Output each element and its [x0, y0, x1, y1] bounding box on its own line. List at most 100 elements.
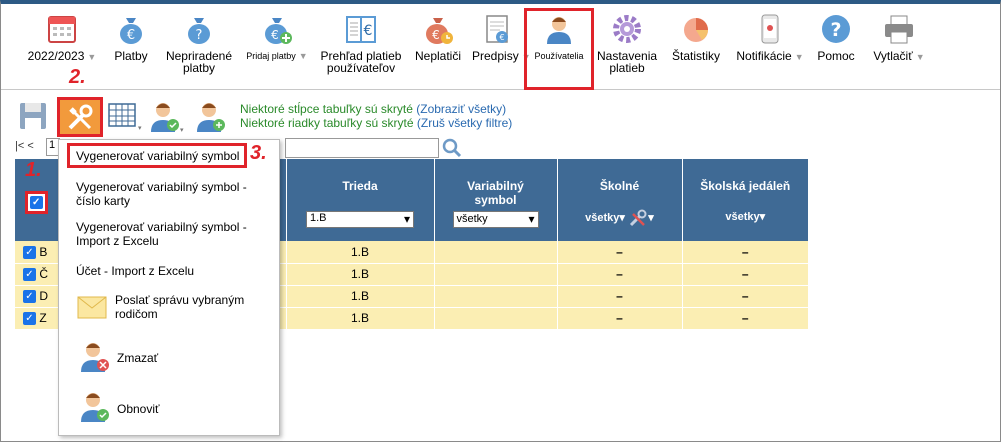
dropdown-arrow-icon: ▾ [648, 212, 654, 225]
search-icon[interactable] [442, 138, 462, 158]
printer-icon [885, 15, 913, 44]
columns-hidden-note: Niektoré stĺpce tabuľky sú skryté [240, 102, 413, 116]
menu-item-delete[interactable]: Zmazať [117, 351, 158, 365]
svg-text:€: € [271, 28, 279, 42]
columns-grid-icon[interactable]: ▾ [107, 100, 143, 132]
row-trieda: 1.B [286, 241, 435, 264]
table-notes: Niektoré stĺpce tabuľky sú skryté (Zobra… [240, 102, 512, 130]
variabilny-filter-select[interactable]: všetky [452, 211, 539, 228]
search-input[interactable] [285, 138, 439, 158]
pager: |< < [15, 140, 34, 152]
row-name: Č [39, 266, 49, 281]
menu-item-generate-vs-excel[interactable]: Vygenerovať variabilný symbol - Import z… [76, 220, 266, 248]
variabilny-header-label: Variabilný symbol [467, 179, 524, 207]
row-jedalen: – [682, 285, 808, 308]
toolbar-label: Platby [114, 49, 148, 63]
toolbar-label: Nastavenia platieb [597, 49, 658, 75]
row-checkbox[interactable]: ✓ [23, 312, 36, 326]
toolbar-label: Notifikácie [736, 49, 792, 63]
row-trieda: 1.B [286, 307, 435, 330]
toolbar-label: Pomoc [817, 49, 855, 63]
menu-item-generate-vs-card[interactable]: Vygenerovať variabilný symbol - číslo ka… [76, 180, 266, 208]
show-all-columns-link[interactable]: (Zobraziť všetky) [416, 102, 506, 116]
toolbar-school-year[interactable]: 2022/2023 ▼ [23, 12, 101, 63]
toolbar-nastavenia-platieb[interactable]: Nastavenia platieb [597, 12, 657, 74]
svg-text:▾: ▾ [180, 126, 184, 134]
trieda-filter-select[interactable]: 1.B [306, 211, 414, 228]
svg-text:€: € [127, 28, 135, 43]
row-jedalen: – [682, 307, 808, 330]
row-jedalen: – [682, 263, 808, 286]
toolbar-label: Prehľad platieb používateľov [320, 49, 402, 75]
toolbar-pomoc[interactable]: ? Pomoc [815, 12, 857, 62]
trieda-header-label: Trieda [342, 179, 378, 193]
menu-item-restore[interactable]: Obnoviť [117, 402, 160, 416]
money-bag-add-icon: € [265, 18, 292, 44]
row-select-cell: ✓ Č [15, 263, 59, 286]
menu-item-account-import-excel[interactable]: Účet - Import z Excelu [76, 264, 194, 278]
skolne-header-label: Školné [599, 179, 640, 193]
step-3-label: 3. [250, 142, 267, 164]
tools-button[interactable] [57, 97, 103, 137]
help-icon: ? [822, 15, 850, 43]
menu-item-generate-vs[interactable]: Vygenerovať variabilný symbol [76, 149, 239, 163]
first-page-button[interactable]: |< [15, 140, 24, 152]
row-checkbox[interactable]: ✓ [23, 245, 36, 259]
menu-item-send-message[interactable]: Poslať správu vybraným rodičom [115, 293, 265, 321]
select-all-highlight: ✓ [24, 191, 48, 214]
money-bag-euro-icon: € [120, 18, 142, 44]
step-1-label: 1. [25, 159, 42, 181]
save-icon[interactable] [17, 100, 49, 132]
row-checkbox[interactable]: ✓ [23, 268, 36, 282]
dropdown-arrow-icon: ▼ [87, 52, 97, 62]
row-variabilny [434, 307, 558, 330]
toolbar-label: Pridaj platby [246, 51, 296, 61]
user-restore-icon [81, 393, 109, 422]
prev-page-button[interactable]: < [27, 140, 33, 152]
gear-icon [613, 15, 641, 43]
jedalen-filter[interactable]: všetky [725, 211, 759, 223]
toolbar-neplatici[interactable]: € Neplatiči [413, 12, 463, 62]
wrench-screwdriver-icon[interactable] [628, 209, 648, 227]
row-select-cell: ✓ B [15, 241, 59, 264]
dropdown-arrow-icon: ▾ [759, 211, 766, 223]
svg-text:€: € [432, 28, 440, 42]
toolbar-prehlad-platieb[interactable]: € Prehľad platieb používateľov [317, 12, 405, 74]
row-checkbox[interactable]: ✓ [23, 290, 36, 304]
toolbar-vytlacit[interactable]: Vytlačiť ▼ [869, 12, 929, 63]
jedalen-header-label: Školská jedáleň [700, 179, 791, 193]
toolbar-notifikacie[interactable]: Notifikácie ▼ [733, 12, 807, 63]
row-name: B [39, 244, 48, 259]
row-select-cell: ✓ Z [15, 307, 59, 330]
row-variabilny [434, 241, 558, 264]
toolbar-predpisy[interactable]: € Predpisy ▼ [472, 12, 531, 63]
toolbar-label: Neplatiči [414, 49, 462, 63]
row-jedalen: – [682, 241, 808, 264]
ledger-book-icon: € [346, 16, 376, 43]
row-name: D [39, 288, 49, 303]
toolbar-nepriradene[interactable]: ? Nepriradené platby [161, 12, 237, 74]
skolne-column-header: Školné všetky▾ ▾ [557, 159, 683, 241]
trieda-column-header: Trieda 1.B [286, 159, 435, 241]
row-skolne: – [557, 241, 683, 264]
select-all-checkbox[interactable]: ✓ [29, 196, 43, 209]
calendar-icon [48, 16, 76, 43]
user-check-icon[interactable]: ▾ [149, 100, 187, 134]
user-add-icon[interactable] [195, 100, 227, 134]
row-skolne: – [557, 263, 683, 286]
toolbar-platby[interactable]: € Platby [111, 12, 151, 62]
toolbar-label: Štatistiky [671, 49, 720, 63]
skolne-filter[interactable]: všetky [585, 212, 619, 224]
row-variabilny [434, 285, 558, 308]
svg-text:?: ? [196, 28, 203, 43]
mobile-phone-icon [761, 14, 779, 44]
tools-dropdown-menu: Vygenerovať variabilný symbol Vygenerova… [58, 139, 280, 436]
toolbar-statistiky[interactable]: Štatistiky [668, 12, 724, 62]
step-2-label: 2. [69, 66, 86, 88]
app-window: 2022/2023 ▼ € Platby ? Nepriradené platby… [0, 0, 1001, 442]
cancel-filters-link[interactable]: (Zruš všetky filtre) [417, 116, 512, 130]
dropdown-arrow-icon: ▼ [298, 51, 308, 61]
toolbar-pridaj-platby[interactable]: € Pridaj platby ▼ [244, 12, 310, 62]
svg-text:€: € [364, 23, 373, 39]
user-delete-icon [81, 343, 109, 372]
